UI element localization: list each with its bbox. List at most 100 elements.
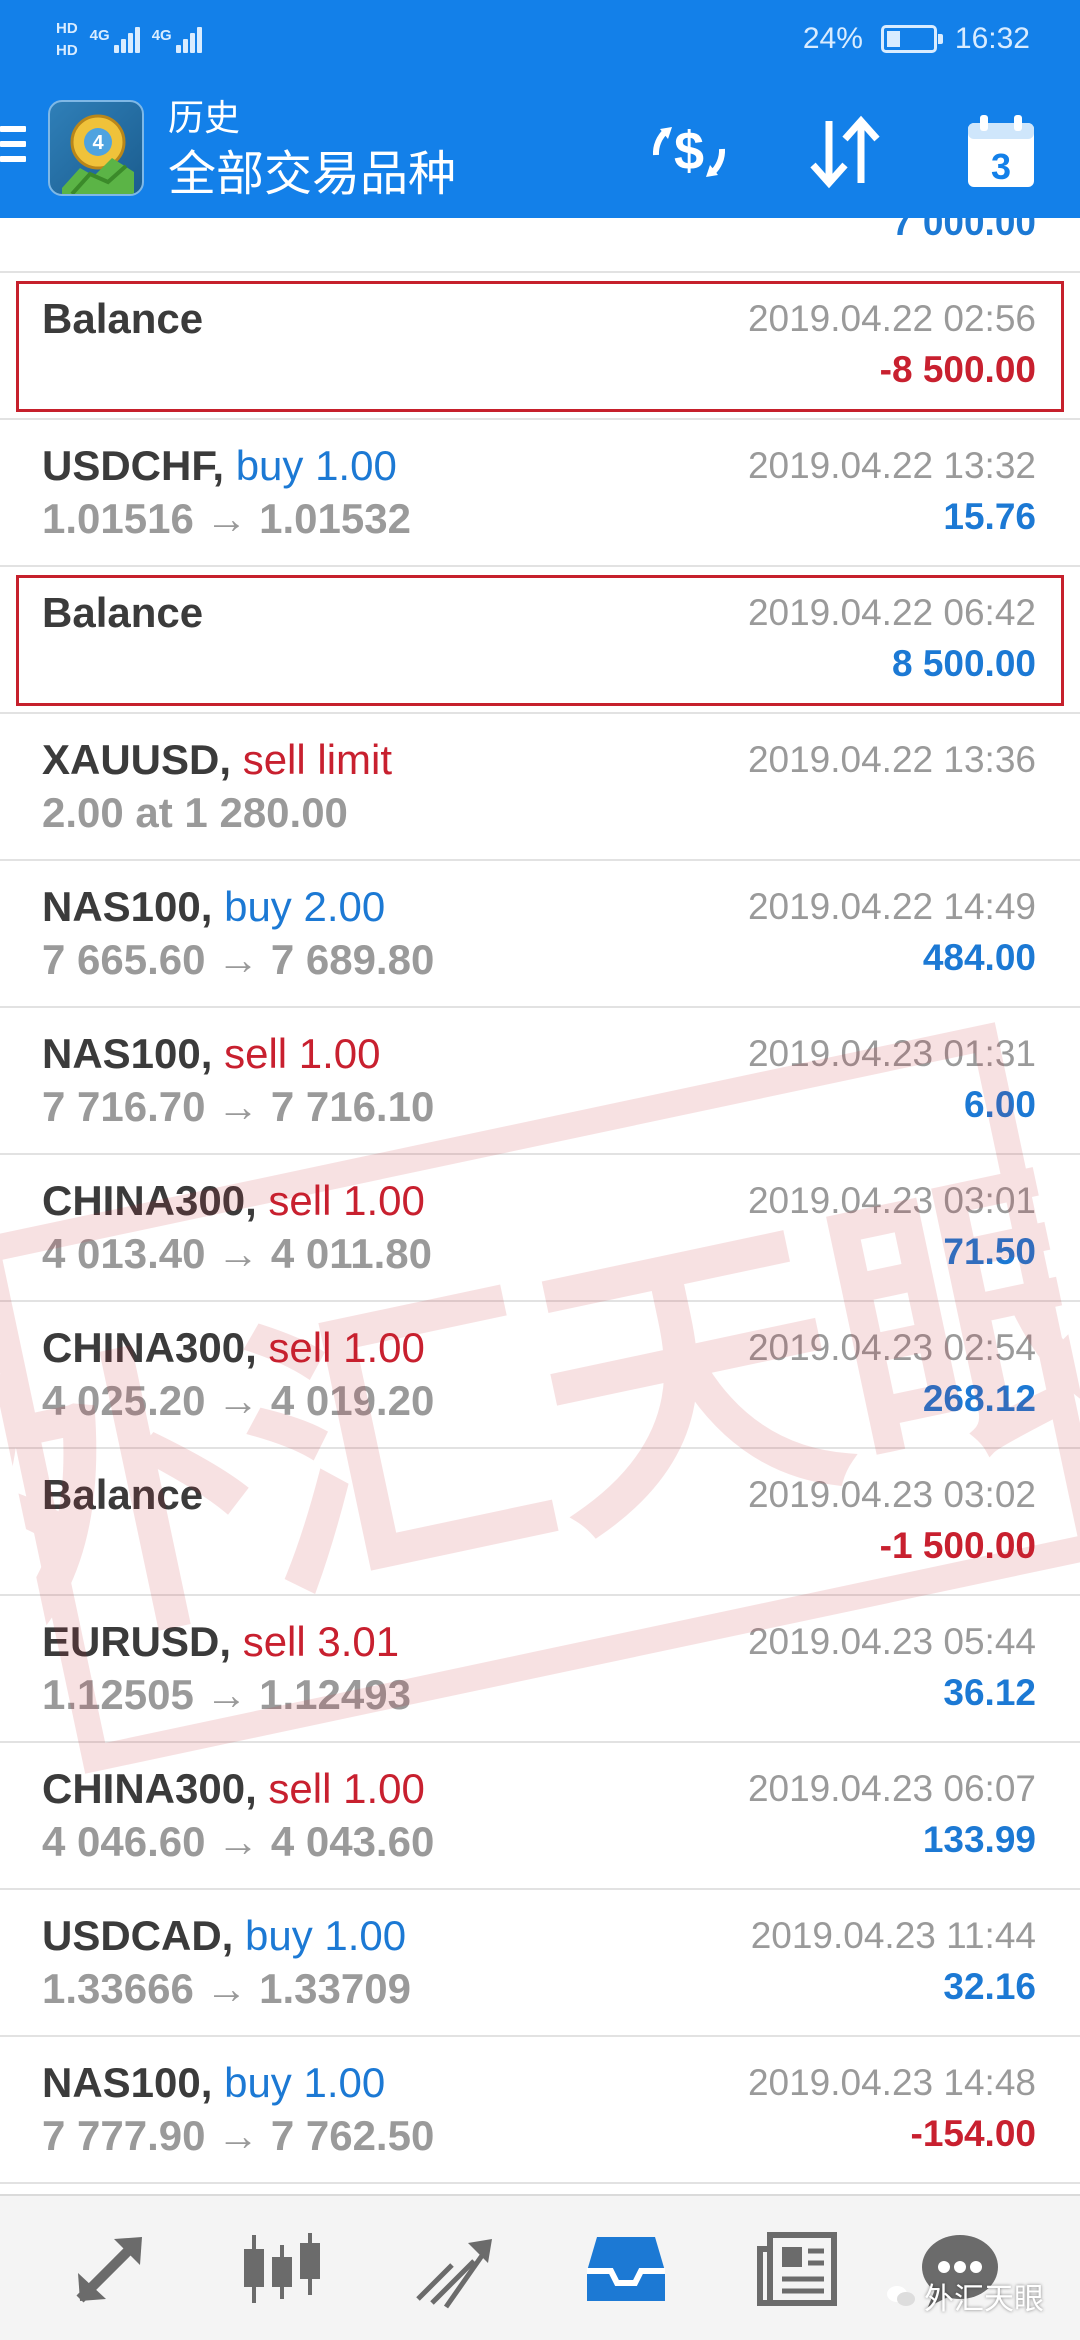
deposit-filter-icon[interactable]: $ — [644, 112, 734, 192]
quotes-icon[interactable] — [60, 2224, 160, 2314]
trade-row[interactable]: CHINA300, sell 1.00 4 025.20 → 4 019.20 20… — [0, 1302, 1080, 1449]
trade-row[interactable]: USDCHF, buy 1.00 1.01516 → 1.01532 2019.04… — [0, 420, 1080, 567]
trade-prices: 4 046.60 → 4 043.60 — [42, 1818, 435, 1865]
trade-title: XAUUSD, sell limit — [42, 734, 392, 786]
sort-icon[interactable] — [800, 112, 890, 192]
trade-side: sell 1.00 — [268, 1765, 425, 1812]
trade-symbol: CHINA300, — [42, 1324, 257, 1371]
trade-prices: 7 665.60 → 7 689.80 — [42, 936, 435, 983]
trade-side: buy 1.00 — [224, 2059, 386, 2106]
trade-profit: 133.99 — [922, 1819, 1036, 1860]
trade-time: 2019.04.23 05:44 — [747, 1621, 1036, 1662]
trade-row[interactable]: CHINA300, sell 1.00 4 046.60 → 4 043.60 20… — [0, 1743, 1080, 1890]
trade-profit: -1 500.00 — [879, 1525, 1036, 1566]
status-bar-right: 24% 16:32 — [803, 14, 1030, 64]
trade-profit: 7 000.00 — [891, 218, 1036, 243]
trade-title: NAS100, buy 2.00 — [42, 881, 385, 933]
hd-indicators: HD HD — [56, 21, 78, 59]
trade-row[interactable]: NAS100, buy 1.00 7 777.90 → 7 762.50 2019.… — [0, 2037, 1080, 2184]
trade-row[interactable]: Balance2019.04.19 10:037 000.00 — [0, 218, 1080, 273]
trade-time: 2019.04.22 02:56 — [747, 298, 1036, 339]
trade-title: CHINA300, sell 1.00 — [42, 1322, 425, 1374]
trade-prices: 4 013.40 → 4 011.80 — [42, 1230, 432, 1277]
metatrader-logo-icon: 4 — [48, 100, 144, 196]
trade-title: Balance — [42, 293, 203, 345]
trade-symbol: Balance — [42, 589, 204, 636]
app-bar: 4 历史 全部交易品种 $ 3 — [0, 78, 1080, 218]
bottom-navigation: 外汇天眼 — [0, 2194, 1080, 2340]
trade-side: sell 1.00 — [268, 1177, 425, 1224]
trade-profit: 6.00 — [963, 1084, 1036, 1125]
menu-icon[interactable] — [0, 126, 26, 170]
trade-time: 2019.04.22 06:42 — [747, 592, 1036, 633]
trade-symbol: EURUSD, — [42, 1618, 232, 1665]
network-type-2: 4G — [151, 27, 172, 44]
svg-text:$: $ — [674, 121, 704, 181]
trade-icon[interactable] — [404, 2224, 504, 2314]
trade-row[interactable]: Balance 2019.04.22 06:42 8 500.00 — [0, 567, 1080, 714]
trade-title: Balance — [42, 587, 203, 639]
history-list-content: Balance2019.04.19 10:037 000.00 Balance 20… — [0, 218, 1080, 2184]
trade-side: buy 1.00 — [245, 1912, 407, 1959]
trade-profit: 36.12 — [943, 1672, 1036, 1713]
trade-profit: 15.76 — [943, 496, 1036, 537]
trade-row[interactable]: USDCAD, buy 1.00 1.33666 → 1.33709 2019.04… — [0, 1890, 1080, 2037]
trade-row[interactable]: Balance 2019.04.22 02:56 -8 500.00 — [0, 273, 1080, 420]
symbol-filter[interactable]: 全部交易品种 — [168, 144, 456, 206]
calendar-icon[interactable]: 3 — [956, 112, 1046, 192]
trade-time: 2019.04.23 01:31 — [747, 1033, 1036, 1074]
trade-row[interactable]: NAS100, buy 2.00 7 665.60 → 7 689.80 2019.… — [0, 861, 1080, 1008]
trade-title: Balance — [42, 1469, 203, 1521]
trade-title: CHINA300, sell 1.00 — [42, 1763, 425, 1815]
trade-prices: 4 025.20 → 4 019.20 — [42, 1377, 435, 1424]
trade-row[interactable]: Balance 2019.04.23 03:02 -1 500.00 — [0, 1449, 1080, 1596]
trade-profit: 268.12 — [922, 1378, 1036, 1419]
trade-profit: -8 500.00 — [879, 349, 1036, 390]
trade-profit: 32.16 — [943, 1966, 1036, 2007]
signal-icon-2: 4G — [152, 27, 202, 53]
trade-time: 2019.04.22 14:49 — [747, 886, 1036, 927]
trade-prices: 1.12505 → 1.12493 — [42, 1671, 411, 1718]
trade-symbol: CHINA300, — [42, 1765, 257, 1812]
signal-icon-1: 4G — [90, 27, 140, 53]
trade-symbol: Balance — [42, 295, 204, 342]
trade-profit: -154.00 — [910, 2113, 1037, 2154]
trade-side: sell limit — [242, 736, 393, 783]
trade-time: 2019.04.23 03:02 — [747, 1474, 1036, 1515]
status-bar: HD HD 4G 4G 24% 16:32 — [0, 0, 1080, 78]
trade-symbol: CHINA300, — [42, 1177, 257, 1224]
trade-row[interactable]: CHINA300, sell 1.00 4 013.40 → 4 011.80 20… — [0, 1155, 1080, 1302]
clock: 16:32 — [954, 22, 1030, 55]
chart-icon[interactable] — [232, 2224, 332, 2314]
trade-row[interactable]: NAS100, sell 1.00 7 716.70 → 7 716.10 2019… — [0, 1008, 1080, 1155]
trade-prices: 1.33666 → 1.33709 — [42, 1965, 411, 2012]
trade-symbol: NAS100, — [42, 1030, 213, 1077]
watermark-text: 外汇天眼 — [924, 2283, 1044, 2316]
trade-time: 2019.04.23 11:44 — [750, 1915, 1036, 1956]
trade-row[interactable]: EURUSD, sell 3.01 1.12505 → 1.12493 2019.0… — [0, 1596, 1080, 1743]
network-type-1: 4G — [89, 27, 110, 44]
trade-row[interactable]: XAUUSD, sell limit 2.00 at 1 280.00 2019.0… — [0, 714, 1080, 861]
svg-text:4: 4 — [92, 132, 104, 154]
trade-prices: 7 716.70 → 7 716.10 — [42, 1083, 435, 1130]
trade-symbol: Balance — [42, 1471, 204, 1518]
trade-title: NAS100, buy 1.00 — [42, 2057, 385, 2109]
wechat-icon — [887, 2286, 915, 2306]
news-icon[interactable] — [748, 2224, 848, 2314]
app-titles: 历史 全部交易品种 — [168, 96, 456, 206]
trade-prices: 7 777.90 → 7 762.50 — [42, 2112, 435, 2159]
history-icon[interactable] — [576, 2224, 676, 2314]
trade-profit: 8 500.00 — [891, 643, 1036, 684]
calendar-day: 3 — [991, 146, 1011, 187]
history-list[interactable]: Balance2019.04.19 10:037 000.00 Balance 20… — [0, 218, 1080, 2194]
trade-title: CHINA300, sell 1.00 — [42, 1175, 425, 1227]
battery-icon — [880, 25, 943, 53]
trade-profit: 484.00 — [922, 937, 1036, 978]
trade-side: sell 1.00 — [224, 1030, 381, 1077]
trade-side: sell 1.00 — [268, 1324, 425, 1371]
trade-time: 2019.04.23 02:54 — [747, 1327, 1036, 1368]
trade-symbol: XAUUSD, — [42, 736, 232, 783]
watermark: 外汇天眼 — [886, 2274, 1044, 2318]
trade-prices: 2.00 at 1 280.00 — [42, 789, 348, 836]
trade-prices: 1.01516 → 1.01532 — [42, 495, 411, 542]
